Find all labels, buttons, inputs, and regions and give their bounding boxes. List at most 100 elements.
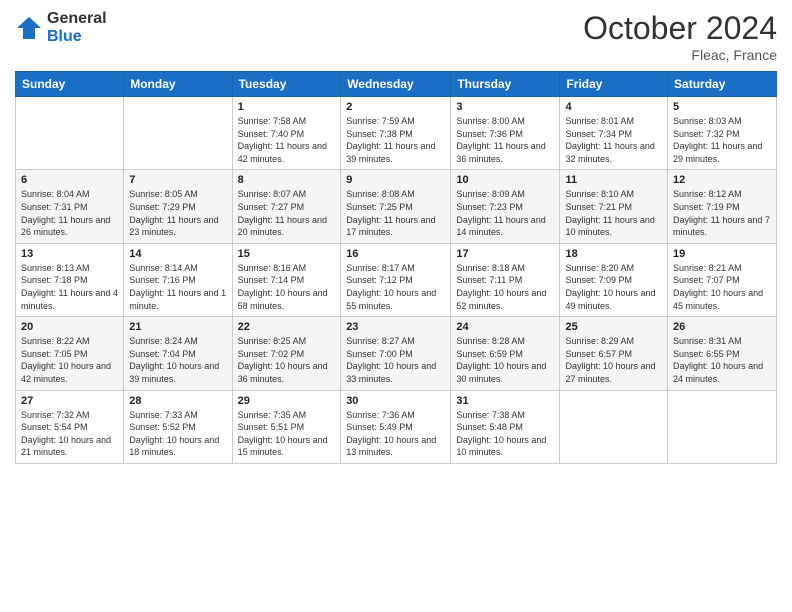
calendar-cell: 16 Sunrise: 8:17 AMSunset: 7:12 PMDayligh… bbox=[341, 243, 451, 316]
day-number: 17 bbox=[456, 248, 554, 260]
day-number: 4 bbox=[565, 101, 662, 113]
calendar-cell bbox=[124, 97, 232, 170]
day-info: Sunrise: 8:09 AMSunset: 7:23 PMDaylight:… bbox=[456, 188, 554, 238]
calendar-cell: 19 Sunrise: 8:21 AMSunset: 7:07 PMDayligh… bbox=[668, 243, 777, 316]
day-info: Sunrise: 7:36 AMSunset: 5:49 PMDaylight:… bbox=[346, 409, 445, 459]
day-info: Sunrise: 8:20 AMSunset: 7:09 PMDaylight:… bbox=[565, 262, 662, 312]
calendar-cell: 9 Sunrise: 8:08 AMSunset: 7:25 PMDaylight… bbox=[341, 170, 451, 243]
day-number: 12 bbox=[673, 174, 771, 186]
calendar-cell: 14 Sunrise: 8:14 AMSunset: 7:16 PMDayligh… bbox=[124, 243, 232, 316]
location: Fleac, France bbox=[583, 47, 777, 63]
calendar-cell: 31Sunrise: 7:38 AMSunset: 5:48 PMDayligh… bbox=[451, 390, 560, 463]
calendar-cell: 3 Sunrise: 8:00 AMSunset: 7:36 PMDaylight… bbox=[451, 97, 560, 170]
week-row-1: 1 Sunrise: 7:58 AMSunset: 7:40 PMDaylight… bbox=[16, 97, 777, 170]
day-number: 26 bbox=[673, 321, 771, 333]
day-info: Sunrise: 8:10 AMSunset: 7:21 PMDaylight:… bbox=[565, 188, 662, 238]
day-info: Sunrise: 8:25 AMSunset: 7:02 PMDaylight:… bbox=[238, 335, 336, 385]
day-info: Sunrise: 8:14 AMSunset: 7:16 PMDaylight:… bbox=[129, 262, 226, 312]
day-number: 14 bbox=[129, 248, 226, 260]
day-info: Sunrise: 8:22 AMSunset: 7:05 PMDaylight:… bbox=[21, 335, 118, 385]
calendar-cell: 26 Sunrise: 8:31 AMSunset: 6:55 PMDayligh… bbox=[668, 317, 777, 390]
day-number: 21 bbox=[129, 321, 226, 333]
day-info: Sunrise: 7:59 AMSunset: 7:38 PMDaylight:… bbox=[346, 115, 445, 165]
day-info: Sunrise: 7:35 AMSunset: 5:51 PMDaylight:… bbox=[238, 409, 336, 459]
day-number: 7 bbox=[129, 174, 226, 186]
logo: General Blue bbox=[15, 10, 107, 45]
calendar-table: SundayMondayTuesdayWednesdayThursdayFrid… bbox=[15, 71, 777, 464]
day-info: Sunrise: 8:12 AMSunset: 7:19 PMDaylight:… bbox=[673, 188, 771, 238]
logo-icon bbox=[15, 14, 43, 42]
day-number: 29 bbox=[238, 395, 336, 407]
day-info: Sunrise: 8:07 AMSunset: 7:27 PMDaylight:… bbox=[238, 188, 336, 238]
day-info: Sunrise: 8:17 AMSunset: 7:12 PMDaylight:… bbox=[346, 262, 445, 312]
day-number: 2 bbox=[346, 101, 445, 113]
day-info: Sunrise: 8:29 AMSunset: 6:57 PMDaylight:… bbox=[565, 335, 662, 385]
calendar-cell: 27 Sunrise: 7:32 AMSunset: 5:54 PMDayligh… bbox=[16, 390, 124, 463]
day-number: 27 bbox=[21, 395, 118, 407]
day-header-thursday: Thursday bbox=[451, 72, 560, 97]
day-number: 18 bbox=[565, 248, 662, 260]
calendar-cell: 12 Sunrise: 8:12 AMSunset: 7:19 PMDayligh… bbox=[668, 170, 777, 243]
day-header-tuesday: Tuesday bbox=[232, 72, 341, 97]
day-info: Sunrise: 8:24 AMSunset: 7:04 PMDaylight:… bbox=[129, 335, 226, 385]
day-number: 31 bbox=[456, 395, 554, 407]
week-row-3: 13 Sunrise: 8:13 AMSunset: 7:18 PMDayligh… bbox=[16, 243, 777, 316]
day-info: Sunrise: 8:04 AMSunset: 7:31 PMDaylight:… bbox=[21, 188, 118, 238]
day-number: 24 bbox=[456, 321, 554, 333]
week-row-2: 6Sunrise: 8:04 AMSunset: 7:31 PMDaylight… bbox=[16, 170, 777, 243]
calendar-cell: 21 Sunrise: 8:24 AMSunset: 7:04 PMDayligh… bbox=[124, 317, 232, 390]
calendar-cell: 10Sunrise: 8:09 AMSunset: 7:23 PMDayligh… bbox=[451, 170, 560, 243]
day-info: Sunrise: 8:05 AMSunset: 7:29 PMDaylight:… bbox=[129, 188, 226, 238]
day-number: 15 bbox=[238, 248, 336, 260]
day-number: 5 bbox=[673, 101, 771, 113]
day-info: Sunrise: 8:16 AMSunset: 7:14 PMDaylight:… bbox=[238, 262, 336, 312]
day-number: 9 bbox=[346, 174, 445, 186]
day-header-friday: Friday bbox=[560, 72, 668, 97]
calendar-cell: 1 Sunrise: 7:58 AMSunset: 7:40 PMDaylight… bbox=[232, 97, 341, 170]
header: General Blue October 2024 Fleac, France bbox=[15, 10, 777, 63]
calendar-cell: 2 Sunrise: 7:59 AMSunset: 7:38 PMDaylight… bbox=[341, 97, 451, 170]
day-number: 19 bbox=[673, 248, 771, 260]
week-row-5: 27 Sunrise: 7:32 AMSunset: 5:54 PMDayligh… bbox=[16, 390, 777, 463]
logo-blue: Blue bbox=[47, 28, 107, 46]
page: General Blue October 2024 Fleac, France … bbox=[0, 0, 792, 612]
calendar-cell: 15 Sunrise: 8:16 AMSunset: 7:14 PMDayligh… bbox=[232, 243, 341, 316]
day-number: 23 bbox=[346, 321, 445, 333]
day-header-sunday: Sunday bbox=[16, 72, 124, 97]
header-row: SundayMondayTuesdayWednesdayThursdayFrid… bbox=[16, 72, 777, 97]
calendar-cell: 7 Sunrise: 8:05 AMSunset: 7:29 PMDaylight… bbox=[124, 170, 232, 243]
calendar-cell: 25 Sunrise: 8:29 AMSunset: 6:57 PMDayligh… bbox=[560, 317, 668, 390]
day-number: 30 bbox=[346, 395, 445, 407]
day-info: Sunrise: 8:13 AMSunset: 7:18 PMDaylight:… bbox=[21, 262, 118, 312]
day-info: Sunrise: 8:31 AMSunset: 6:55 PMDaylight:… bbox=[673, 335, 771, 385]
calendar-cell: 20Sunrise: 8:22 AMSunset: 7:05 PMDayligh… bbox=[16, 317, 124, 390]
day-number: 11 bbox=[565, 174, 662, 186]
day-info: Sunrise: 7:32 AMSunset: 5:54 PMDaylight:… bbox=[21, 409, 118, 459]
calendar-cell: 8Sunrise: 8:07 AMSunset: 7:27 PMDaylight… bbox=[232, 170, 341, 243]
day-info: Sunrise: 8:21 AMSunset: 7:07 PMDaylight:… bbox=[673, 262, 771, 312]
calendar-cell: 24 Sunrise: 8:28 AMSunset: 6:59 PMDayligh… bbox=[451, 317, 560, 390]
calendar-cell: 5Sunrise: 8:03 AMSunset: 7:32 PMDaylight… bbox=[668, 97, 777, 170]
day-info: Sunrise: 8:00 AMSunset: 7:36 PMDaylight:… bbox=[456, 115, 554, 165]
day-info: Sunrise: 8:28 AMSunset: 6:59 PMDaylight:… bbox=[456, 335, 554, 385]
day-number: 25 bbox=[565, 321, 662, 333]
calendar-cell: 4Sunrise: 8:01 AMSunset: 7:34 PMDaylight… bbox=[560, 97, 668, 170]
day-info: Sunrise: 8:08 AMSunset: 7:25 PMDaylight:… bbox=[346, 188, 445, 238]
month-title: October 2024 bbox=[583, 10, 777, 47]
calendar-cell bbox=[668, 390, 777, 463]
day-number: 16 bbox=[346, 248, 445, 260]
logo-text: General Blue bbox=[47, 10, 107, 45]
day-info: Sunrise: 7:58 AMSunset: 7:40 PMDaylight:… bbox=[238, 115, 336, 165]
calendar-cell: 18 Sunrise: 8:20 AMSunset: 7:09 PMDayligh… bbox=[560, 243, 668, 316]
day-number: 13 bbox=[21, 248, 118, 260]
calendar-cell bbox=[560, 390, 668, 463]
day-number: 1 bbox=[238, 101, 336, 113]
day-info: Sunrise: 8:27 AMSunset: 7:00 PMDaylight:… bbox=[346, 335, 445, 385]
calendar-cell: 23 Sunrise: 8:27 AMSunset: 7:00 PMDayligh… bbox=[341, 317, 451, 390]
week-row-4: 20Sunrise: 8:22 AMSunset: 7:05 PMDayligh… bbox=[16, 317, 777, 390]
day-info: Sunrise: 8:18 AMSunset: 7:11 PMDaylight:… bbox=[456, 262, 554, 312]
logo-general: General bbox=[47, 10, 107, 28]
calendar-cell: 28Sunrise: 7:33 AMSunset: 5:52 PMDayligh… bbox=[124, 390, 232, 463]
day-header-wednesday: Wednesday bbox=[341, 72, 451, 97]
day-number: 3 bbox=[456, 101, 554, 113]
